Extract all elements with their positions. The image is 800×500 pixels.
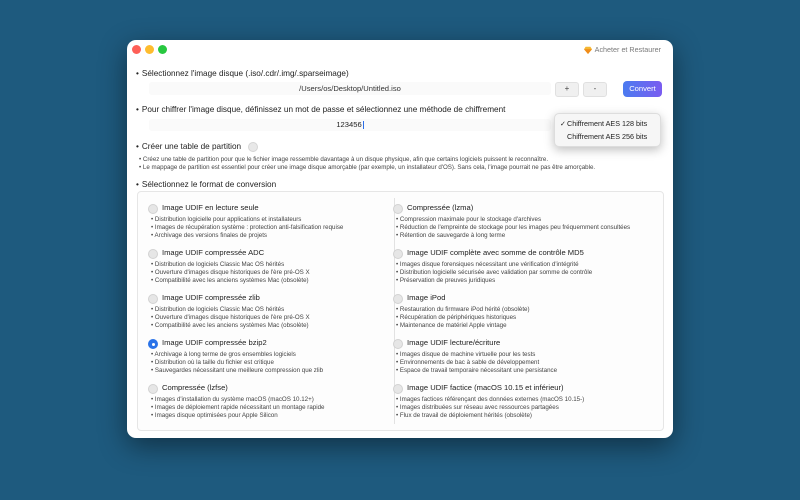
description-line: Distribution de logiciels Classic Mac OS… — [154, 306, 285, 313]
format-option-label: Image UDIF lecture/écriture — [407, 338, 501, 347]
description-line: Maintenance de matériel Apple vintage — [399, 322, 507, 329]
description-line: Préservation de preuves juridiques — [399, 277, 496, 284]
format-option-description: • Images d'installation du système macOS… — [151, 396, 325, 419]
buy-restore-label: Acheter et Restaurer — [594, 45, 661, 54]
description-line: Images de récupération système : protect… — [154, 224, 344, 231]
format-option-description: • Distribution de logiciels Classic Mac … — [151, 306, 310, 329]
description-line: Restauration du firmware iPod hérité (ob… — [399, 306, 530, 313]
format-option-label: Image UDIF compressée zlib — [162, 293, 260, 302]
description-line: Flux de travail de déploiement hérités (… — [399, 412, 532, 419]
description-line: Compatibilité avec les anciens systèmes … — [154, 277, 309, 284]
radio-icon[interactable] — [393, 249, 403, 259]
password-value: 123456 — [336, 120, 362, 129]
close-window-button[interactable] — [132, 45, 141, 54]
format-option-description: • Images disque de machine virtuelle pou… — [396, 351, 558, 374]
radio-icon[interactable] — [393, 204, 403, 214]
encryption-heading: • Pour chiffrer l'image disque, définisse… — [136, 105, 506, 114]
description-line: Images factices référençant des données … — [399, 396, 585, 403]
disk-path-field[interactable]: /Users/os/Desktop/Untitled.iso — [149, 82, 551, 95]
radio-icon[interactable] — [148, 294, 158, 304]
description-line: Ouverture d'images disque historiques de… — [154, 314, 310, 321]
format-option-label: Image UDIF factice (macOS 10.15 et infér… — [407, 383, 564, 392]
add-button[interactable]: + — [555, 82, 579, 97]
description-line: Distribution de logiciels Classic Mac OS… — [154, 261, 285, 268]
description-line: Compatibilité avec les anciens systèmes … — [154, 322, 309, 329]
description-line: Images disque de machine virtuelle pour … — [399, 351, 536, 358]
format-option-description: • Images factices référençant des donnée… — [396, 396, 585, 419]
format-heading: • Sélectionnez le format de conversion — [136, 180, 277, 189]
checkmark-icon: ✓ — [560, 119, 567, 128]
format-option-label: Compressée (lzma) — [407, 203, 474, 212]
format-option-label: Image UDIF compressée ADC — [162, 248, 265, 257]
description-line: Images de déploiement rapide nécessitant… — [154, 404, 325, 411]
description-line: Sauvegardes nécessitant une meilleure co… — [154, 367, 324, 374]
format-options-panel: Image UDIF en lecture seule • Distributio… — [137, 191, 664, 431]
description-line: Archivage des versions finales de projet… — [154, 232, 268, 239]
buy-restore-button[interactable]: Acheter et Restaurer — [583, 45, 661, 54]
format-option-label: Image UDIF compressée bzip2 — [162, 338, 267, 347]
format-option-label: Image iPod — [407, 293, 446, 302]
description-line: Espace de travail temporaire nécessitant… — [399, 367, 558, 374]
description-line: Images disque optimisées pour Apple Sili… — [154, 412, 278, 419]
disk-image-heading: • Sélectionnez l'image disque (.iso/.cdr/… — [136, 69, 349, 78]
partition-toggle[interactable] — [248, 142, 259, 152]
radio-selected-icon[interactable] — [148, 339, 158, 349]
description-line: Images disque forensiques nécessitant un… — [399, 261, 579, 268]
description-line: Récupération de périphériques historique… — [399, 314, 517, 321]
radio-icon[interactable] — [393, 384, 403, 394]
format-option-label: Image UDIF complète avec somme de contrô… — [407, 248, 584, 257]
format-option-label: Compressée (lzfse) — [162, 383, 228, 392]
partition-heading: • Créer une table de partition — [136, 142, 259, 152]
format-option-description: • Restauration du firmware iPod hérité (… — [396, 306, 530, 329]
format-option-description: • Archivage à long terme de gros ensembl… — [151, 351, 324, 374]
description-line: Images distribuées sur réseau avec resso… — [399, 404, 559, 411]
description-line: Distribution où la taille du fichier est… — [154, 359, 274, 366]
description-line: Rétention de sauvegarde à long terme — [399, 232, 506, 239]
title-bar: Acheter et Restaurer — [127, 40, 673, 60]
remove-button[interactable]: - — [583, 82, 607, 97]
zoom-window-button[interactable] — [158, 45, 167, 54]
radio-icon[interactable] — [393, 339, 403, 349]
format-option-description: • Images disque forensiques nécessitant … — [396, 261, 593, 284]
encryption-option-256[interactable]: Chiffrement AES 256 bits — [555, 130, 660, 143]
description-line: Distribution logicielle sécurisée avec v… — [399, 269, 593, 276]
radio-icon[interactable] — [148, 204, 158, 214]
description-line: Environnements de bac à sable de dévelop… — [399, 359, 540, 366]
description-line: Compression maximale pour le stockage d'… — [399, 216, 542, 223]
encryption-dropdown[interactable]: ✓ Chiffrement AES 128 bits Chiffrement A… — [554, 113, 661, 147]
format-option-description: • Compression maximale pour le stockage … — [396, 216, 631, 239]
partition-description: • Créez une table de partition pour que … — [139, 156, 596, 171]
password-field[interactable]: 123456 — [149, 119, 551, 131]
convert-button[interactable]: Convert — [623, 81, 662, 97]
description-line: Ouverture d'images disque historiques de… — [154, 269, 310, 276]
format-option-description: • Distribution logicielle pour applicati… — [151, 216, 344, 239]
text-caret — [362, 121, 364, 129]
radio-icon[interactable] — [393, 294, 403, 304]
description-line: Distribution logicielle pour application… — [154, 216, 302, 223]
format-option-label: Image UDIF en lecture seule — [162, 203, 259, 212]
encryption-option-128[interactable]: ✓ Chiffrement AES 128 bits — [555, 117, 660, 130]
radio-icon[interactable] — [148, 249, 158, 259]
app-window: Acheter et Restaurer • Sélectionnez l'ima… — [127, 40, 673, 438]
description-line: Archivage à long terme de gros ensembles… — [154, 351, 296, 358]
gem-icon — [583, 46, 592, 54]
description-line: Images d'installation du système macOS (… — [154, 396, 314, 403]
format-option-description: • Distribution de logiciels Classic Mac … — [151, 261, 310, 284]
radio-icon[interactable] — [148, 384, 158, 394]
description-line: Réduction de l'empreinte de stockage pou… — [399, 224, 631, 231]
minimize-window-button[interactable] — [145, 45, 154, 54]
